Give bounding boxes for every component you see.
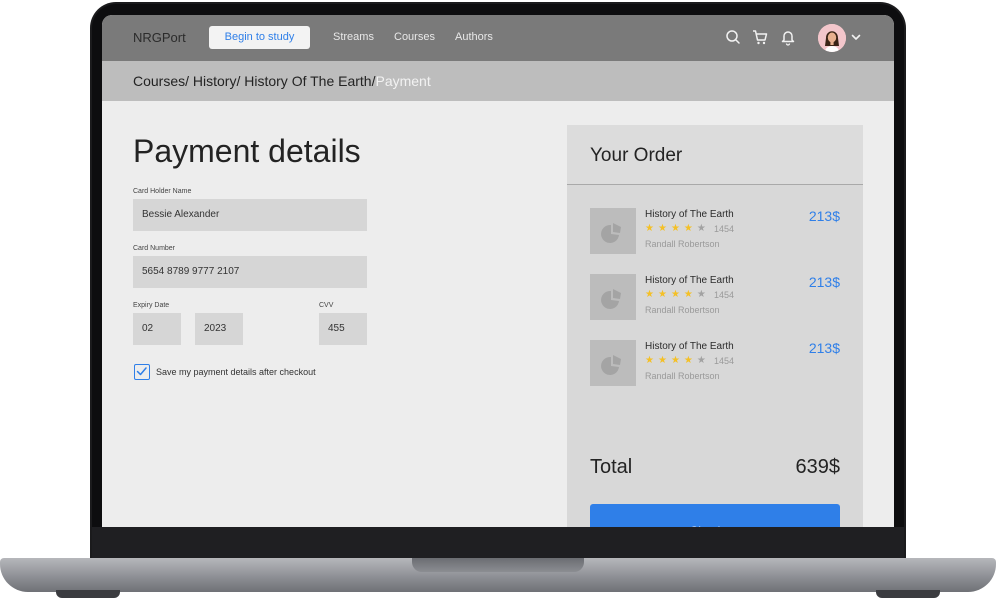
save-payment-label[interactable]: Save my payment details after checkout: [156, 367, 316, 377]
breadcrumb-bar: Courses/ History/ History Of The Earth/P…: [102, 61, 894, 101]
nav-link-courses[interactable]: Courses: [394, 31, 435, 43]
nav-link-streams[interactable]: Streams: [333, 31, 374, 43]
avatar[interactable]: [818, 24, 846, 52]
star-empty-icon: ★: [696, 223, 710, 234]
star-icon: ★: [670, 355, 684, 366]
order-item[interactable]: History of The Earth ★★★★★ 1454 Randall …: [590, 340, 840, 388]
star-icon: ★: [645, 289, 658, 300]
course-image-icon: [601, 355, 621, 375]
course-price: 213$: [808, 340, 840, 356]
begin-to-study-button[interactable]: Begin to study: [209, 26, 310, 49]
expiry-date-label: Expiry Date: [133, 302, 170, 309]
star-icon: ★: [657, 223, 671, 234]
checkmark-icon: [136, 367, 147, 376]
course-price: 213$: [808, 208, 840, 224]
breadcrumb: Courses/ History/ History Of The Earth/P…: [133, 73, 431, 89]
course-author: Randall Robertson: [645, 239, 720, 249]
course-thumbnail: [590, 208, 636, 254]
top-nav: NRGPort Begin to study Streams Courses A…: [102, 15, 894, 61]
star-empty-icon: ★: [696, 355, 710, 366]
star-icon: ★: [645, 355, 658, 366]
star-icon: ★: [683, 355, 697, 366]
course-author: Randall Robertson: [645, 371, 720, 381]
course-image-icon: [601, 223, 621, 243]
card-number-label: Card Number: [133, 245, 176, 252]
rating-stars: ★★★★★: [645, 223, 710, 234]
course-author: Randall Robertson: [645, 305, 720, 315]
breadcrumb-current: Payment: [375, 73, 431, 89]
laptop-foot: [56, 590, 120, 598]
review-count: 1454: [714, 356, 735, 366]
order-title: Your Order: [590, 145, 683, 166]
checkout-button[interactable]: Checkout: [590, 504, 840, 527]
star-icon: ★: [683, 289, 697, 300]
expiry-year-input[interactable]: [195, 313, 243, 345]
order-header: Your Order: [567, 125, 863, 185]
card-number-input[interactable]: [133, 256, 367, 288]
order-item[interactable]: History of The Earth ★★★★★ 1454 Randall …: [590, 208, 840, 256]
search-icon[interactable]: [724, 28, 742, 46]
laptop-foot: [876, 590, 940, 598]
rating-stars: ★★★★★: [645, 289, 710, 300]
course-thumbnail: [590, 274, 636, 320]
chevron-down-icon[interactable]: [850, 31, 862, 43]
total-value: 639$: [795, 456, 841, 478]
expiry-month-input[interactable]: [133, 313, 181, 345]
card-holder-label: Card Holder Name: [133, 188, 192, 195]
cart-icon[interactable]: [751, 28, 769, 46]
save-payment-checkbox[interactable]: [134, 364, 150, 380]
course-name: History of The Earth: [645, 341, 734, 352]
star-icon: ★: [645, 223, 658, 234]
star-empty-icon: ★: [696, 289, 710, 300]
total-label: Total: [590, 456, 633, 478]
logo[interactable]: NRGPort: [133, 30, 186, 45]
laptop-chin: [92, 527, 904, 558]
star-icon: ★: [683, 223, 697, 234]
bell-icon[interactable]: [779, 28, 797, 46]
laptop-notch: [412, 558, 584, 572]
cvv-input[interactable]: [319, 313, 367, 345]
course-image-icon: [601, 289, 621, 309]
course-name: History of The Earth: [645, 275, 734, 286]
review-count: 1454: [714, 224, 735, 234]
course-name: History of The Earth: [645, 209, 734, 220]
review-count: 1454: [714, 290, 735, 300]
star-icon: ★: [670, 223, 684, 234]
user-avatar-icon: [818, 24, 846, 52]
course-thumbnail: [590, 340, 636, 386]
order-item[interactable]: History of The Earth ★★★★★ 1454 Randall …: [590, 274, 840, 322]
star-icon: ★: [657, 289, 671, 300]
cvv-label: CVV: [319, 302, 334, 309]
page-title: Payment details: [133, 133, 361, 169]
rating-stars: ★★★★★: [645, 355, 710, 366]
course-price: 213$: [808, 274, 840, 290]
nav-link-authors[interactable]: Authors: [455, 31, 493, 43]
breadcrumb-path[interactable]: Courses/ History/ History Of The Earth/: [133, 73, 375, 89]
screen: NRGPort Begin to study Streams Courses A…: [102, 15, 894, 527]
star-icon: ★: [670, 289, 684, 300]
star-icon: ★: [657, 355, 671, 366]
card-holder-input[interactable]: [133, 199, 367, 231]
order-panel: Your Order History of The Earth ★★★★★ 14…: [567, 125, 863, 527]
